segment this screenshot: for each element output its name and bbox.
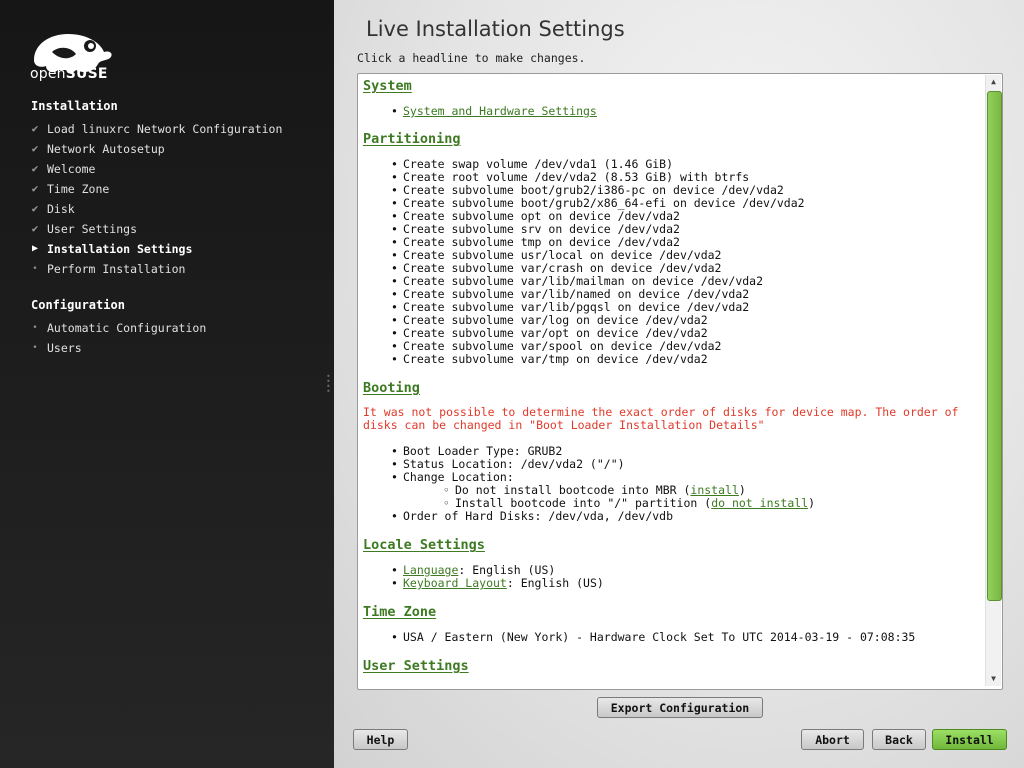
sidebar-step-label: Welcome [47,162,96,176]
sidebar-step: • Automatic Configuration [28,318,206,338]
sidebar-step: • Users [28,338,206,358]
current-arrow-icon: ▶ [31,243,39,254]
system-items: System and Hardware Settings [363,104,983,119]
content-scrollbar[interactable]: ▲ ▼ [985,75,1002,686]
section-locale: Locale Settings Language: English (US) K… [363,537,983,590]
system-hardware-settings-link[interactable]: System and Hardware Settings [403,104,597,118]
sidebar: openSUSE Installation ✔ Load linuxrc Netw… [0,0,334,768]
time-zone-items: USA / Eastern (New York) - Hardware Cloc… [363,631,983,645]
instruction-text: Click a headline to make changes. [357,51,586,65]
partitioning-items: Create swap volume /dev/vda1 (1.46 GiB)C… [363,158,983,367]
user-settings-headline[interactable]: User Settings [363,658,469,674]
section-partitioning: Partitioning Create swap volume /dev/vda… [363,131,983,366]
checkmark-icon: ✔ [31,222,39,235]
section-booting: Booting It was not possible to determine… [363,380,983,523]
bootloader-warning: It was not possible to determine the exa… [363,405,959,432]
language-link[interactable]: Language [403,563,458,577]
sidebar-step-label: Automatic Configuration [47,321,207,335]
pending-dot-icon: • [32,264,38,274]
booting-items: Boot Loader Type: GRUB2 Status Location:… [363,445,983,524]
sidebar-step: ✔ Network Autosetup [28,139,282,159]
section-user-settings: User Settings [363,658,983,674]
sidebar-step-label: Disk [47,202,75,216]
section-time-zone: Time Zone USA / Eastern (New York) - Har… [363,604,983,644]
hard-disk-order: Order of Hard Disks: /dev/vda, /dev/vdb [391,510,983,524]
pending-dot-icon: • [32,323,38,333]
partitioning-headline[interactable]: Partitioning [363,131,461,147]
keyboard-layout-link[interactable]: Keyboard Layout [403,576,507,590]
sidebar-step-label: Load linuxrc Network Configuration [47,122,283,136]
sidebar-step: • Perform Installation [28,259,282,279]
install-mbr-link[interactable]: install [690,483,738,497]
opensuse-wordmark: openSUSE [30,66,108,82]
help-button[interactable]: Help [353,729,408,750]
sidebar-step: ✔ Disk [28,199,282,219]
configuration-steps-list: • Automatic Configuration • Users [28,318,206,358]
install-button[interactable]: Install [932,729,1007,750]
page-title: Live Installation Settings [366,17,625,41]
scrollbar-thumb[interactable] [987,91,1002,601]
sidebar-step: ✔ Welcome [28,159,282,179]
time-zone-value: USA / Eastern (New York) - Hardware Cloc… [391,631,983,645]
checkmark-icon: ✔ [31,182,39,195]
locale-items: Language: English (US) Keyboard Layout: … [363,563,983,591]
sidebar-step-label: Users [47,341,82,355]
sidebar-step-label: Installation Settings [47,242,193,256]
list-item: System and Hardware Settings [391,104,983,119]
configuration-section-title: Configuration [31,298,125,312]
change-location: Change Location: Do not install bootcode… [391,471,983,511]
abort-button[interactable]: Abort [801,729,864,750]
pending-dot-icon: • [32,343,38,353]
checkmark-icon: ✔ [31,122,39,135]
checkmark-icon: ✔ [31,162,39,175]
sidebar-step: ✔ Load linuxrc Network Configuration [28,119,283,139]
sidebar-step-label: Time Zone [47,182,110,196]
settings-summary-panel: System System and Hardware Settings Part… [357,73,1003,690]
installation-section-title: Installation [31,99,118,113]
do-not-install-partition-link[interactable]: do not install [711,496,808,510]
checkmark-icon: ✔ [31,142,39,155]
export-configuration-button[interactable]: Export Configuration [597,697,763,718]
checkmark-icon: ✔ [31,202,39,215]
scroll-down-arrow-icon[interactable]: ▼ [986,672,1001,686]
booting-headline[interactable]: Booting [363,380,420,396]
partition-item: Create subvolume var/tmp on device /dev/… [391,353,983,367]
scroll-up-arrow-icon[interactable]: ▲ [986,75,1001,89]
back-button[interactable]: Back [872,729,926,750]
keyboard-item: Keyboard Layout: English (US) [391,576,983,591]
main-panel: Live Installation Settings Click a headl… [334,0,1024,768]
time-zone-headline[interactable]: Time Zone [363,604,436,620]
locale-headline[interactable]: Locale Settings [363,537,485,553]
sidebar-resize-handle[interactable]: • • • • [326,373,331,396]
sidebar-step: ▶ Installation Settings [28,239,282,259]
sidebar-step: ✔ User Settings [28,219,282,239]
sidebar-step-label: Network Autosetup [47,142,165,156]
sidebar-step-label: Perform Installation [47,262,186,276]
sidebar-step-label: User Settings [47,222,138,236]
change-location-options: Do not install bootcode into MBR (instal… [403,483,983,511]
system-headline[interactable]: System [363,78,412,94]
section-system: System System and Hardware Settings [363,78,983,118]
installation-steps-list: ✔ Load linuxrc Network Configuration ✔ Netw… [28,119,283,279]
sidebar-step: ✔ Time Zone [28,179,282,199]
